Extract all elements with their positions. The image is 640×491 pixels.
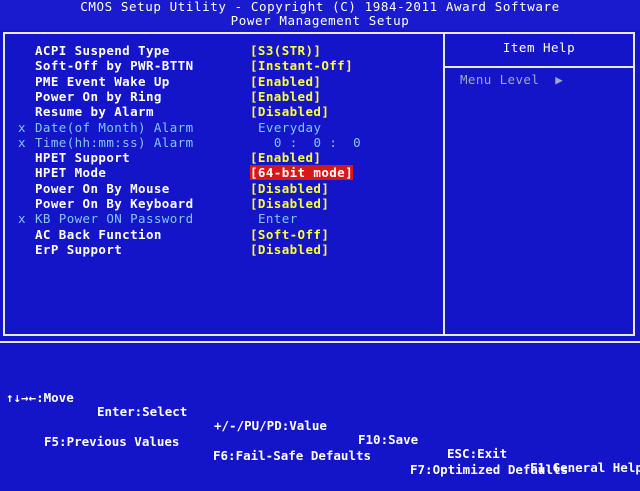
key-move: ↑↓→←:Move xyxy=(6,390,74,405)
help-title: Item Help xyxy=(502,40,576,55)
setting-label: ErP Support xyxy=(35,241,123,257)
footer-line-2: F5:Previous Values F6:Fail-Safe Defaults… xyxy=(0,421,640,477)
setting-label: HPET Support xyxy=(35,150,131,166)
setting-value[interactable]: [Enabled] xyxy=(250,74,321,89)
title-bar: CMOS Setup Utility - Copyright (C) 1984-… xyxy=(0,0,640,30)
menu-level: Menu Level ▶ xyxy=(460,72,563,87)
help-separator xyxy=(445,66,633,68)
key-previous-values: F5:Previous Values xyxy=(44,434,180,449)
key-help-footer: ↑↓→←:Move Enter:Select +/-/PU/PD:Value F… xyxy=(0,347,640,477)
setting-value-text: [Disabled] xyxy=(250,180,330,196)
setting-label: Resume by Alarm xyxy=(35,104,154,120)
panel-divider xyxy=(443,32,445,336)
setting-label: ACPI Suspend Type xyxy=(35,43,170,58)
setting-label: Soft-Off by PWR-BTTN xyxy=(35,58,194,74)
setting-label: Power On by Ring xyxy=(35,88,162,104)
setting-label: AC Back Function xyxy=(35,226,162,242)
setting-value: 0 : 0 : 0 xyxy=(258,135,361,150)
setting-value-text: [Instant-Off] xyxy=(250,58,354,74)
setting-value-text: [Disabled] xyxy=(250,196,330,211)
key-save: F10:Save xyxy=(358,432,419,447)
menu-level-label: Menu Level xyxy=(460,72,540,87)
key-select: Enter:Select xyxy=(97,404,188,419)
setting-value-text: 0 : 0 : 0 xyxy=(258,134,362,150)
setting-value[interactable]: [Disabled] xyxy=(250,196,329,211)
setting-label: HPET Mode xyxy=(35,165,107,181)
setting-value[interactable]: [Soft-Off] xyxy=(250,227,329,242)
setting-value-text: [Enabled] xyxy=(250,73,322,89)
key-optimized-defaults: F7:Optimized Defaults xyxy=(410,462,569,477)
setting-label: Power On By Mouse xyxy=(35,180,170,196)
setting-value[interactable]: [Disabled] xyxy=(250,181,329,196)
setting-value[interactable]: [Instant-Off] xyxy=(250,58,353,73)
setting-label: PME Event Wake Up xyxy=(35,73,170,89)
key-exit: ESC:Exit xyxy=(447,446,508,461)
setting-value[interactable]: [Enabled] xyxy=(250,89,321,104)
setting-label: KB Power ON Password xyxy=(35,211,194,227)
right-arrow-icon: ▶ xyxy=(555,72,564,87)
setting-value-text: [Soft-Off] xyxy=(250,226,330,242)
setting-label: Time(hh:mm:ss) Alarm xyxy=(35,134,194,150)
setting-value[interactable]: [Disabled] xyxy=(250,242,329,257)
setting-value-text: [64-bit mode] xyxy=(250,165,354,181)
setting-value-text: [Enabled] xyxy=(250,88,322,104)
setting-value[interactable]: [S3(STR)] xyxy=(250,43,321,58)
setting-label: Power On By Keyboard xyxy=(35,196,194,211)
key-fail-safe-defaults: F6:Fail-Safe Defaults xyxy=(213,448,372,463)
setting-value: Enter xyxy=(258,211,298,226)
footer-separator xyxy=(0,341,640,343)
setting-value-text: Enter xyxy=(258,211,298,227)
disabled-marker: x xyxy=(18,119,26,135)
setting-value-text: [Disabled] xyxy=(250,241,330,257)
setting-value[interactable]: [Enabled] xyxy=(250,150,321,165)
setting-value: Everyday xyxy=(258,120,321,135)
setting-value-text: [Enabled] xyxy=(250,150,322,166)
setting-label: Date(of Month) Alarm xyxy=(35,119,194,135)
setting-value-text: Everyday xyxy=(258,119,322,135)
setting-value[interactable]: [Disabled] xyxy=(250,104,329,119)
setting-value-text: [S3(STR)] xyxy=(250,43,322,58)
page-title: Power Management Setup xyxy=(230,13,410,28)
footer-line-1: ↑↓→←:Move Enter:Select +/-/PU/PD:Value F… xyxy=(0,377,640,475)
disabled-marker: x xyxy=(18,211,26,227)
setting-value-text: [Disabled] xyxy=(250,104,330,120)
disabled-marker: x xyxy=(18,134,26,150)
window-title: CMOS Setup Utility - Copyright (C) 1984-… xyxy=(80,0,560,14)
setting-value[interactable]: [64-bit mode] xyxy=(250,165,354,181)
